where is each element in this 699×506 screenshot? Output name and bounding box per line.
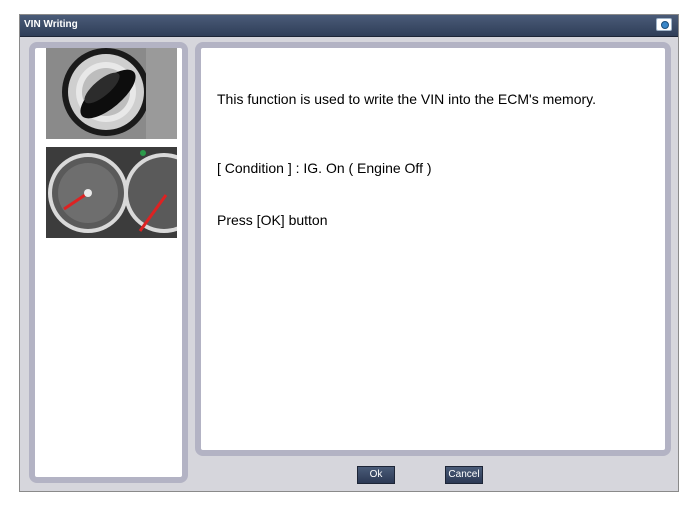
image-panel <box>29 42 188 483</box>
ignition-key-image <box>46 48 177 139</box>
instruction-text: Press [OK] button <box>217 212 328 228</box>
camera-icon[interactable] <box>656 18 672 31</box>
gauge-cluster-image <box>46 147 177 238</box>
cancel-button[interactable]: Cancel <box>445 466 483 484</box>
condition-text: [ Condition ] : IG. On ( Engine Off ) <box>217 160 432 176</box>
window-title: VIN Writing <box>24 19 78 30</box>
message-panel: This function is used to write the VIN i… <box>195 42 671 456</box>
title-bar: VIN Writing <box>20 15 678 37</box>
description-text: This function is used to write the VIN i… <box>217 91 596 107</box>
camera-lens <box>661 21 669 29</box>
ok-button[interactable]: Ok <box>357 466 395 484</box>
vin-writing-dialog: VIN Writing This function is used to wri… <box>19 14 679 492</box>
